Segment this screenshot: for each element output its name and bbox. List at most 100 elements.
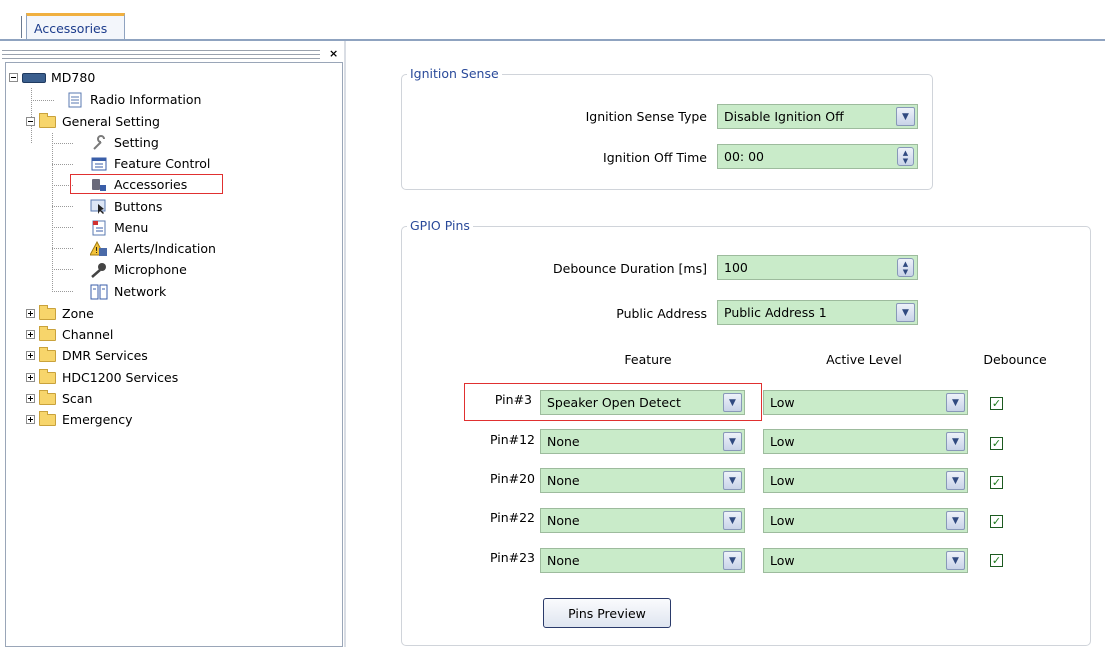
- dropdown-arrow-icon[interactable]: ▼: [946, 432, 965, 451]
- pin-feature-select[interactable]: None ▼: [540, 468, 745, 493]
- pin-debounce-checkbox[interactable]: ✓: [990, 476, 1003, 489]
- dropdown-arrow-icon[interactable]: ▼: [946, 471, 965, 490]
- ignition-sense-type-label: Ignition Sense Type: [585, 109, 707, 124]
- tree-item-microphone[interactable]: Microphone: [90, 259, 187, 280]
- dropdown-arrow-icon[interactable]: ▼: [946, 511, 965, 530]
- pin-level-value: Low: [770, 395, 795, 410]
- dropdown-arrow-icon[interactable]: ▼: [723, 471, 742, 490]
- tree-item-scan[interactable]: Scan: [26, 388, 92, 409]
- dropdown-arrow-icon[interactable]: ▼: [896, 303, 915, 322]
- expand-icon[interactable]: [26, 330, 35, 339]
- ignition-off-time-label: Ignition Off Time: [603, 150, 707, 165]
- ignition-sense-type-value: Disable Ignition Off: [724, 109, 844, 124]
- selection-highlight: [70, 174, 223, 194]
- pin-debounce-checkbox[interactable]: ✓: [990, 437, 1003, 450]
- gpio-pins-title: GPIO Pins: [407, 218, 473, 233]
- spinner-icon[interactable]: ▲ ▼: [897, 147, 914, 166]
- tree-item-label: Alerts/Indication: [114, 241, 216, 256]
- tree-item-md780[interactable]: MD780: [9, 67, 95, 88]
- spin-up-icon[interactable]: ▲: [903, 260, 908, 268]
- ignition-off-time-value: 00: 00: [724, 149, 764, 164]
- collapse-icon[interactable]: [26, 117, 35, 126]
- microphone-icon: [90, 262, 108, 278]
- pins-preview-button[interactable]: Pins Preview: [543, 598, 671, 628]
- tree-item-alerts-indication[interactable]: ! Alerts/Indication: [90, 238, 216, 259]
- pin-debounce-checkbox[interactable]: ✓: [990, 554, 1003, 567]
- spin-down-icon[interactable]: ▼: [903, 157, 908, 165]
- tab-accessories[interactable]: Accessories: [26, 13, 125, 41]
- pin-debounce-checkbox[interactable]: ✓: [990, 515, 1003, 528]
- expand-icon[interactable]: [26, 309, 35, 318]
- debounce-duration-spinner[interactable]: 100 ▲ ▼: [717, 255, 918, 280]
- pin-level-select[interactable]: Low ▼: [763, 548, 968, 573]
- collapse-icon[interactable]: [9, 73, 18, 82]
- tree-item-label: Buttons: [114, 199, 163, 214]
- expand-icon[interactable]: [26, 351, 35, 360]
- tree-item-network[interactable]: Network: [90, 281, 166, 302]
- pin-feature-value: None: [547, 553, 580, 568]
- dropdown-arrow-icon[interactable]: ▼: [723, 551, 742, 570]
- dropdown-arrow-icon[interactable]: ▼: [946, 393, 965, 412]
- pin-level-value: Low: [770, 553, 795, 568]
- menu-icon: [90, 220, 108, 236]
- tree-item-menu[interactable]: Menu: [90, 217, 148, 238]
- tree-item-dmr-services[interactable]: DMR Services: [26, 345, 148, 366]
- folder-icon: [39, 389, 56, 405]
- list-icon: [90, 156, 108, 172]
- expand-icon[interactable]: [26, 373, 35, 382]
- pin-level-select[interactable]: Low ▼: [763, 468, 968, 493]
- pin-label: Pin#12: [489, 432, 535, 447]
- tree-item-label: Menu: [114, 220, 149, 235]
- pin-level-value: Low: [770, 473, 795, 488]
- tree-item-general-setting[interactable]: General Setting: [26, 111, 160, 132]
- spin-down-icon[interactable]: ▼: [903, 268, 908, 276]
- expand-icon[interactable]: [26, 394, 35, 403]
- folder-icon: [39, 112, 56, 128]
- dropdown-arrow-icon[interactable]: ▼: [723, 432, 742, 451]
- navigation-panel: × MD780 Radio Information General Settin…: [0, 41, 346, 647]
- spinner-icon[interactable]: ▲ ▼: [897, 258, 914, 277]
- expand-icon[interactable]: [26, 415, 35, 424]
- accessories-settings-panel: Ignition Sense Ignition Sense Type Disab…: [347, 41, 1105, 647]
- tree-item-label: Feature Control: [114, 156, 211, 171]
- folder-icon: [39, 410, 56, 426]
- tree-item-feature-control[interactable]: Feature Control: [90, 153, 210, 174]
- spin-up-icon[interactable]: ▲: [903, 149, 908, 157]
- ignition-sense-title: Ignition Sense: [407, 66, 502, 81]
- ignition-sense-type-select[interactable]: Disable Ignition Off ▼: [717, 104, 918, 129]
- close-panel-icon[interactable]: ×: [329, 47, 338, 60]
- wrench-icon: [90, 134, 108, 151]
- ignition-off-time-spinner[interactable]: 00: 00 ▲ ▼: [717, 144, 918, 169]
- tree-item-emergency[interactable]: Emergency: [26, 409, 133, 430]
- tree-item-label: Setting: [114, 135, 159, 150]
- tree-item-radio-information[interactable]: Radio Information: [66, 89, 201, 110]
- dropdown-arrow-icon[interactable]: ▼: [723, 511, 742, 530]
- tree-item-channel[interactable]: Channel: [26, 324, 113, 345]
- pin-level-select[interactable]: Low ▼: [763, 429, 968, 454]
- ignition-sense-group: [401, 74, 933, 190]
- tree-item-setting[interactable]: Setting: [90, 132, 159, 153]
- tree-item-zone[interactable]: Zone: [26, 303, 94, 324]
- debounce-column-header: Debounce: [983, 352, 1047, 367]
- tree-item-hdc1200-services[interactable]: HDC1200 Services: [26, 367, 178, 388]
- dropdown-arrow-icon[interactable]: ▼: [946, 551, 965, 570]
- network-icon: [90, 284, 108, 300]
- tree-item-buttons[interactable]: Buttons: [90, 196, 162, 217]
- pin-feature-select[interactable]: None ▼: [540, 548, 745, 573]
- public-address-select[interactable]: Public Address 1 ▼: [717, 300, 918, 325]
- pin-feature-select[interactable]: None ▼: [540, 508, 745, 533]
- folder-icon: [39, 368, 56, 384]
- radio-device-icon: [22, 72, 46, 83]
- pin-feature-select[interactable]: None ▼: [540, 429, 745, 454]
- pin-level-select[interactable]: Low ▼: [763, 390, 968, 415]
- debounce-duration-value: 100: [724, 260, 748, 275]
- cursor-icon: [90, 199, 108, 215]
- pin-debounce-checkbox[interactable]: ✓: [990, 397, 1003, 410]
- pin-label: Pin#23: [489, 550, 535, 565]
- active-level-column-header: Active Level: [826, 352, 902, 367]
- tree-item-label: MD780: [51, 70, 96, 85]
- tree-item-label: HDC1200 Services: [62, 370, 179, 385]
- pin-level-select[interactable]: Low ▼: [763, 508, 968, 533]
- dropdown-arrow-icon[interactable]: ▼: [896, 107, 915, 126]
- public-address-value: Public Address 1: [724, 305, 827, 320]
